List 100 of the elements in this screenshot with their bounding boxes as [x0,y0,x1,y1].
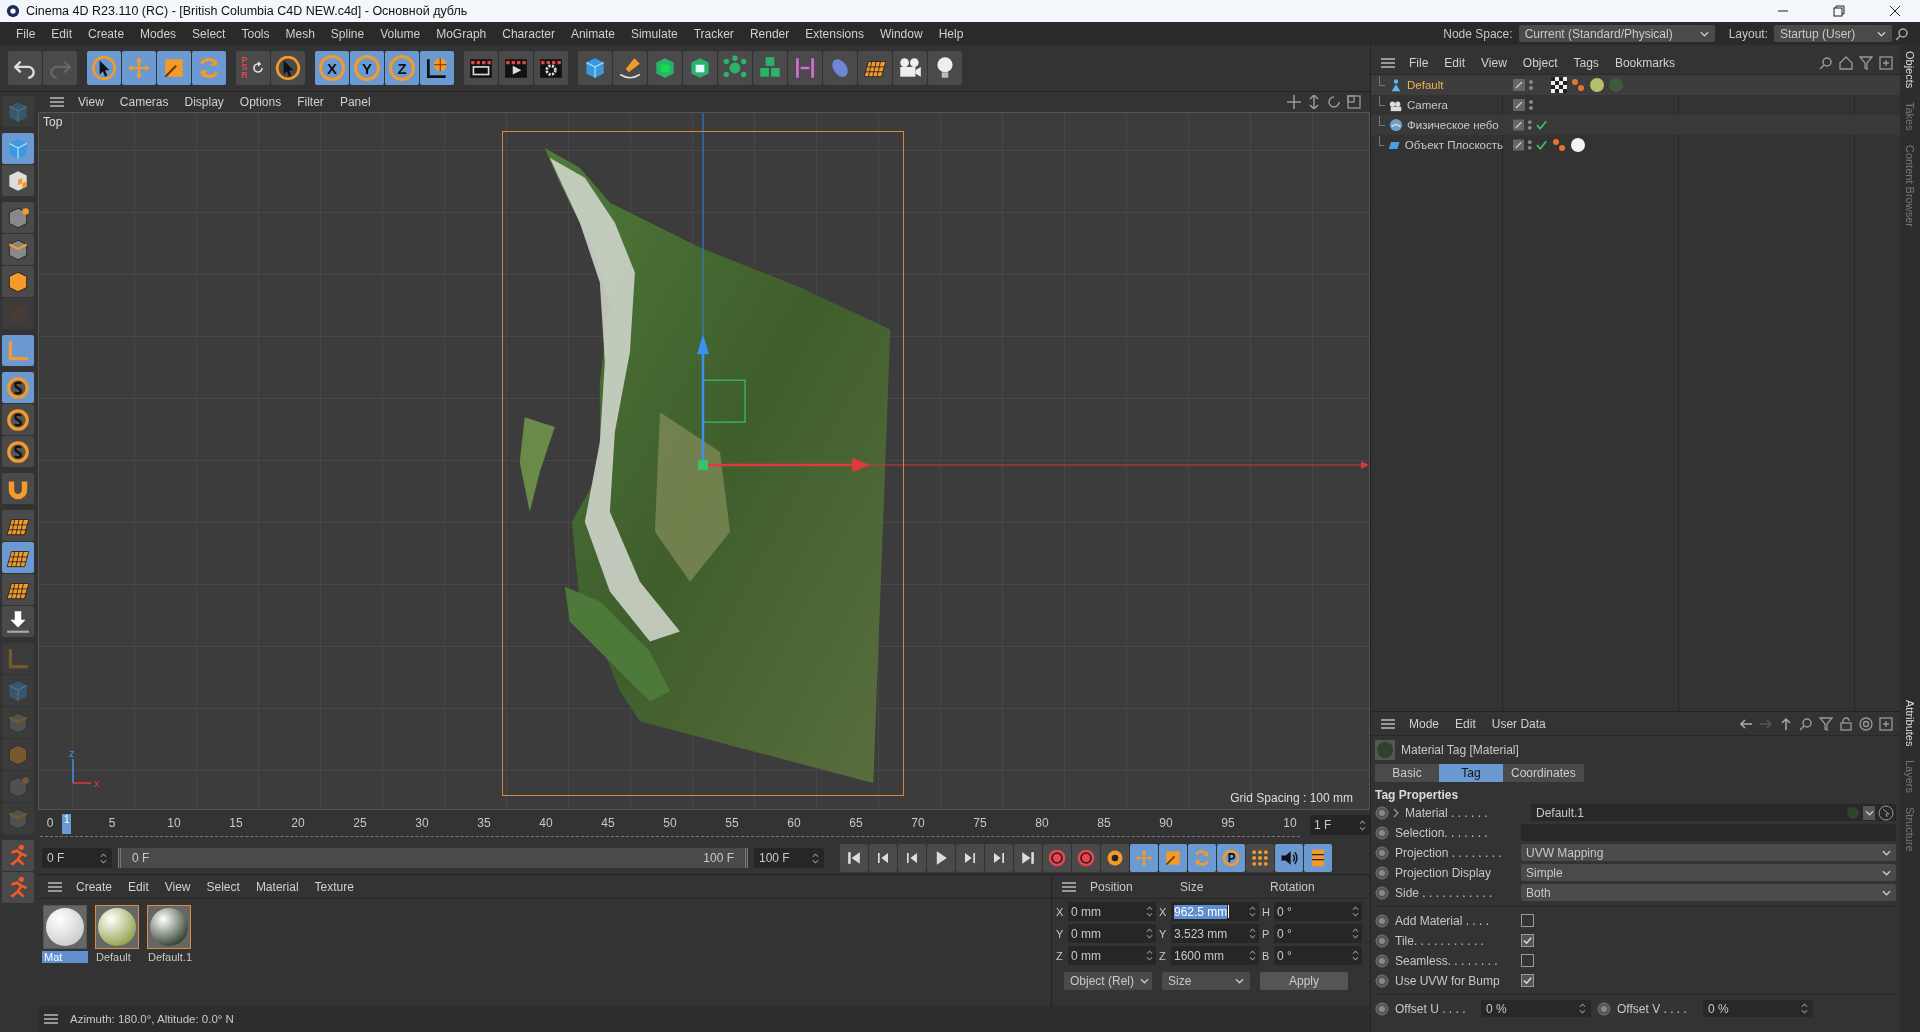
menu-item[interactable]: Bookmarks [1606,55,1683,70]
move-arrows-icon[interactable] [1287,95,1301,109]
dropdown[interactable]: UVW Mapping [1521,844,1896,861]
menu-item[interactable]: Edit [1436,55,1474,70]
animate-toggle-icon[interactable] [1375,825,1389,840]
menu-item[interactable]: Create [80,26,133,41]
menu-item[interactable]: Select [184,26,234,41]
spinner-arrows-icon[interactable] [1146,927,1153,940]
animate-toggle-icon[interactable] [1375,1001,1389,1016]
tool-button[interactable] [2,574,34,605]
toolbar-button[interactable] [928,51,962,85]
menu-item[interactable]: Display [176,95,232,109]
close-icon[interactable] [1889,5,1901,17]
menu-item[interactable]: Texture [306,879,362,894]
menu-item[interactable]: Options [231,95,290,109]
visibility-dots-icon[interactable] [1527,119,1533,131]
menu-item[interactable]: View [1473,55,1515,70]
object-row[interactable]: Физическое небо [1371,115,1900,135]
expand-chevron-icon[interactable] [1393,807,1399,818]
menu-icon[interactable] [1381,57,1395,68]
visibility-dots-icon[interactable] [1528,99,1534,111]
checkbox[interactable] [1521,934,1534,947]
toolbar-button[interactable] [893,51,927,85]
tool-button[interactable] [2,165,34,196]
visibility-dots-icon[interactable] [1527,139,1533,151]
check-icon[interactable] [1535,139,1547,151]
object-row[interactable]: Camera [1371,95,1900,115]
spinner-arrows-icon[interactable] [1359,818,1366,832]
material-ball-icon[interactable] [1570,137,1586,153]
animate-toggle-icon[interactable] [1375,865,1389,880]
tool-button[interactable] [2,404,34,435]
coordinate-field[interactable]: 0 mm [1068,924,1156,943]
current-frame-field[interactable]: 1 F [1310,815,1370,835]
maximize-icon[interactable] [1347,95,1361,109]
spinner-arrows-icon[interactable] [1146,905,1153,918]
node-space-dropdown[interactable]: Current (Standard/Physical) [1518,25,1715,42]
checker-tag-icon[interactable] [1551,77,1567,93]
menu-item[interactable]: View [156,879,199,894]
menu-item[interactable]: Extensions [797,26,872,41]
menu-item[interactable]: Simulate [622,26,686,41]
spinner-arrows-icon[interactable] [1352,927,1359,940]
toolbar-button[interactable] [534,51,568,85]
object-row[interactable]: Объект Плоскость [1371,135,1900,155]
new-panel-icon[interactable] [1879,716,1893,731]
transport-button[interactable] [1304,844,1332,872]
menu-icon[interactable] [50,97,64,107]
menu-item[interactable]: View [70,95,112,109]
transport-button[interactable] [869,844,897,872]
spinner-arrows-icon[interactable] [1352,949,1359,962]
dots-tag-icon[interactable] [1551,137,1567,153]
menu-item[interactable]: Edit [120,879,157,894]
number-field[interactable]: 0 % [1481,1000,1591,1017]
coordinate-field[interactable]: 0 mm [1068,946,1156,965]
menu-item[interactable]: File [8,26,44,41]
animate-toggle-icon[interactable] [1375,913,1389,928]
edit-flag-icon[interactable] [1513,99,1525,111]
transport-button[interactable] [985,844,1013,872]
coordinate-field[interactable]: 3.523 mm [1171,924,1259,943]
tab[interactable]: Coordinates [1503,764,1584,782]
menu-item[interactable]: Cameras [111,95,177,109]
toolbar-button[interactable] [499,51,533,85]
object-row[interactable]: Default [1371,75,1900,95]
menu-item[interactable]: Tags [1565,55,1607,70]
menu-item[interactable]: Character [494,26,563,41]
coordinate-field[interactable]: 0 mm [1068,902,1156,921]
transport-button[interactable] [956,844,984,872]
frame-range-slider[interactable]: 0 F 100 F [118,848,748,868]
search-icon[interactable] [1895,26,1909,41]
menu-item[interactable]: Help [930,26,972,41]
transport-button[interactable] [1072,844,1100,872]
dropdown[interactable]: Simple [1521,864,1896,881]
menu-item[interactable]: Modes [132,26,185,41]
start-frame-field[interactable]: 0 F [42,848,112,868]
edit-flag-icon[interactable] [1513,139,1525,151]
edit-flag-icon[interactable] [1513,79,1525,91]
spinner-arrows-icon[interactable] [100,851,107,865]
menu-icon[interactable] [1062,881,1076,892]
dots-tag-icon[interactable] [1570,77,1586,93]
coordinate-field[interactable]: 0 ° [1274,902,1362,921]
zoom-arrows-icon[interactable] [1307,95,1321,109]
apply-button[interactable]: Apply [1260,972,1348,990]
animate-toggle-icon[interactable] [1375,845,1389,860]
material-ball-icon[interactable] [1589,77,1605,93]
menu-item[interactable]: Select [198,879,248,894]
menu-item[interactable]: Volume [372,26,429,41]
spinner-arrows-icon[interactable] [1579,1002,1586,1015]
tab[interactable]: Tag [1439,764,1503,782]
move-gizmo-drawing[interactable] [697,334,871,472]
viewport[interactable]: z x Top Grid Spacing : 100 mm [38,112,1370,810]
filter-icon[interactable] [1859,55,1873,70]
animate-toggle-icon[interactable] [1375,933,1389,948]
transport-button[interactable] [1246,844,1274,872]
rotate-icon[interactable] [1327,95,1341,109]
target-icon[interactable] [1859,716,1873,731]
menu-item[interactable]: Window [871,26,931,41]
animate-toggle-icon[interactable] [1375,953,1389,968]
up-arrow-icon[interactable] [1779,716,1793,731]
spinner-arrows-icon[interactable] [1352,905,1359,918]
tool-button[interactable] [2,606,34,637]
transport-button[interactable] [840,844,868,872]
